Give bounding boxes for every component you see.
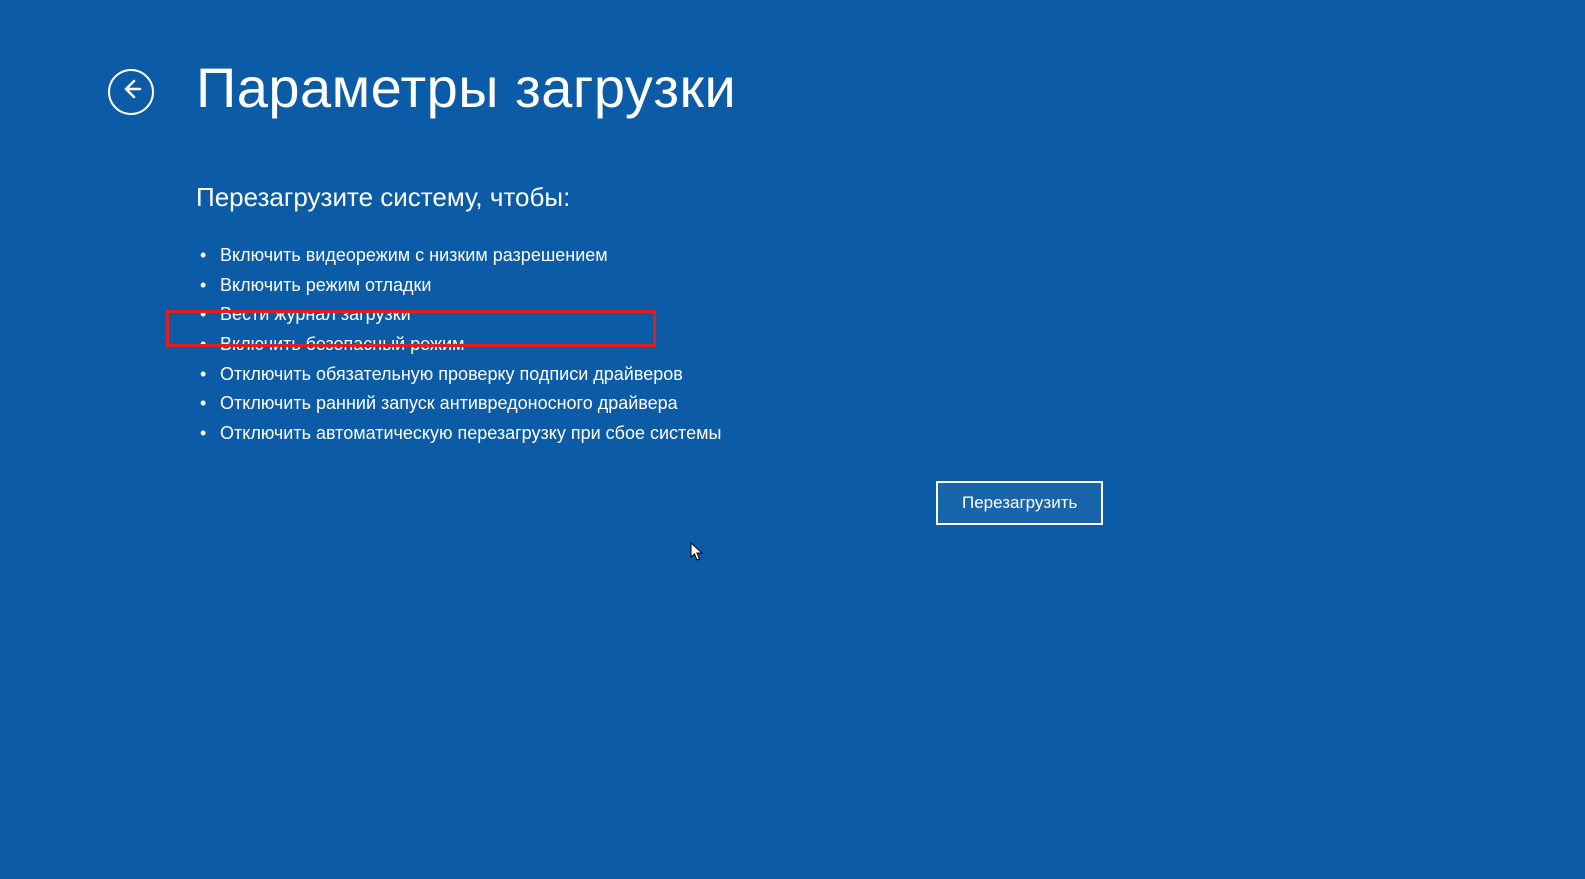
restart-button[interactable]: Перезагрузить	[936, 481, 1103, 525]
back-arrow-icon	[119, 77, 143, 106]
list-item: Отключить ранний запуск антивредоносного…	[196, 389, 1585, 419]
list-item: Включить режим отладки	[196, 271, 1585, 301]
list-item: Отключить автоматическую перезагрузку пр…	[196, 419, 1585, 449]
subtitle: Перезагрузите систему, чтобы:	[196, 182, 1585, 213]
list-item: Отключить обязательную проверку подписи …	[196, 360, 1585, 390]
options-list: Включить видеорежим с низким разрешением…	[196, 241, 1585, 449]
list-item: Включить безопасный режим	[196, 330, 1585, 360]
page-title: Параметры загрузки	[196, 55, 736, 120]
cursor-icon	[690, 542, 704, 562]
list-item: Вести журнал загрузки	[196, 300, 1585, 330]
list-item: Включить видеорежим с низким разрешением	[196, 241, 1585, 271]
back-button[interactable]	[108, 69, 154, 115]
